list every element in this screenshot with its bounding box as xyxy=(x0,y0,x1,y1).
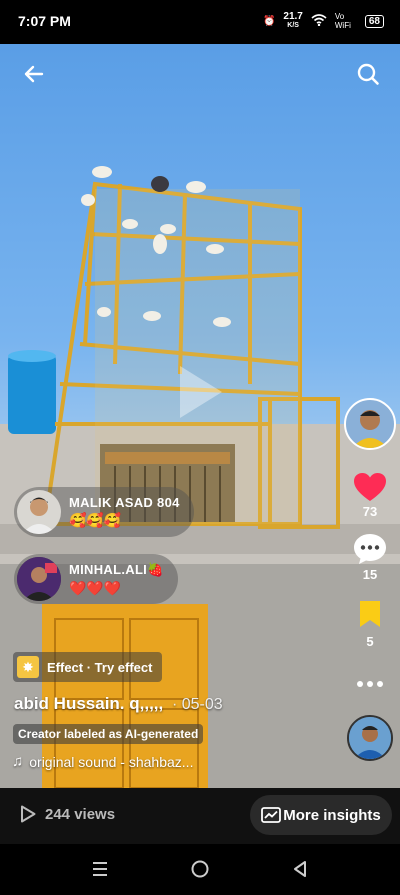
network-label: Vo WiFi xyxy=(334,12,351,30)
like-count: 73 xyxy=(362,504,378,519)
video-player[interactable]: MALIK ASAD 804 🥰🥰🥰 MINHAL.ALI🍓 ❤️❤️❤️ 73… xyxy=(0,44,400,788)
comment-text: ❤️❤️❤️ xyxy=(69,579,122,596)
play-button[interactable] xyxy=(174,362,226,422)
menu-icon xyxy=(93,862,107,876)
avatar[interactable] xyxy=(17,490,61,534)
post-date: · 05-03 xyxy=(171,696,223,713)
wifi-icon xyxy=(311,13,327,29)
back-nav-button[interactable] xyxy=(290,859,310,879)
sound-avatar[interactable] xyxy=(347,715,393,761)
bookmark-button[interactable]: 5 xyxy=(358,600,382,649)
bottom-bar: 244 views More insights xyxy=(0,788,400,844)
back-arrow-icon xyxy=(24,65,44,83)
creator-avatar[interactable] xyxy=(344,398,396,450)
battery-indicator: 68 xyxy=(364,14,384,28)
comment-author: MINHAL.ALI🍓 xyxy=(69,561,164,577)
home-circle-icon xyxy=(191,860,209,878)
heart-icon xyxy=(354,473,386,501)
comment-author: MALIK ASAD 804 xyxy=(69,495,180,510)
comment-icon xyxy=(354,534,386,564)
back-button[interactable] xyxy=(16,56,52,92)
system-nav-bar xyxy=(0,844,400,895)
sound-title: original sound - shahbaz... xyxy=(29,753,194,770)
status-icons: ⏰ 21.7 K/S Vo WiFi 68 xyxy=(263,12,384,30)
effect-icon: ✸ xyxy=(17,656,39,678)
recents-button[interactable] xyxy=(90,860,110,878)
save-count: 5 xyxy=(366,634,374,649)
author-name[interactable]: abid Hussain. q,,,,, xyxy=(14,694,163,713)
play-icon xyxy=(180,366,222,418)
avatar[interactable] xyxy=(17,557,61,601)
home-button[interactable] xyxy=(190,859,210,879)
post-author-line: abid Hussain. q,,,,, · 05-03 xyxy=(14,694,223,714)
back-triangle-icon xyxy=(294,861,306,877)
views-indicator: 244 views xyxy=(20,805,115,823)
comment-bubble[interactable]: MALIK ASAD 804 🥰🥰🥰 xyxy=(14,487,194,537)
alarm-icon: ⏰ xyxy=(262,15,276,27)
comment-count: 15 xyxy=(362,567,378,582)
ai-generated-label[interactable]: Creator labeled as AI-generated xyxy=(13,724,204,744)
comment-bubble[interactable]: MINHAL.ALI🍓 ❤️❤️❤️ xyxy=(14,554,178,604)
sound-line[interactable]: ♫ original sound - shahbaz... xyxy=(12,753,193,770)
more-button[interactable] xyxy=(356,675,384,693)
network-speed: 21.7 K/S xyxy=(283,11,303,30)
action-rail: 73 15 5 xyxy=(344,398,396,761)
comment-button[interactable]: 15 xyxy=(353,533,387,582)
search-button[interactable] xyxy=(350,56,386,92)
effect-label: Effect · Try effect xyxy=(47,659,153,675)
effect-chip[interactable]: ✸ Effect · Try effect xyxy=(13,652,163,682)
comment-text: 🥰🥰🥰 xyxy=(69,512,122,528)
insights-chart-icon xyxy=(261,807,282,823)
more-insights-button[interactable]: More insights xyxy=(250,795,392,835)
like-button[interactable]: 73 xyxy=(353,472,387,519)
play-outline-icon xyxy=(21,805,36,823)
bookmark-icon xyxy=(360,601,380,627)
status-bar: 7:07 PM ⏰ 21.7 K/S Vo WiFi 68 xyxy=(0,0,400,44)
music-note-icon: ♫ xyxy=(12,753,24,770)
more-icon xyxy=(357,681,383,687)
status-time: 7:07 PM xyxy=(18,13,71,29)
search-icon xyxy=(357,63,379,85)
